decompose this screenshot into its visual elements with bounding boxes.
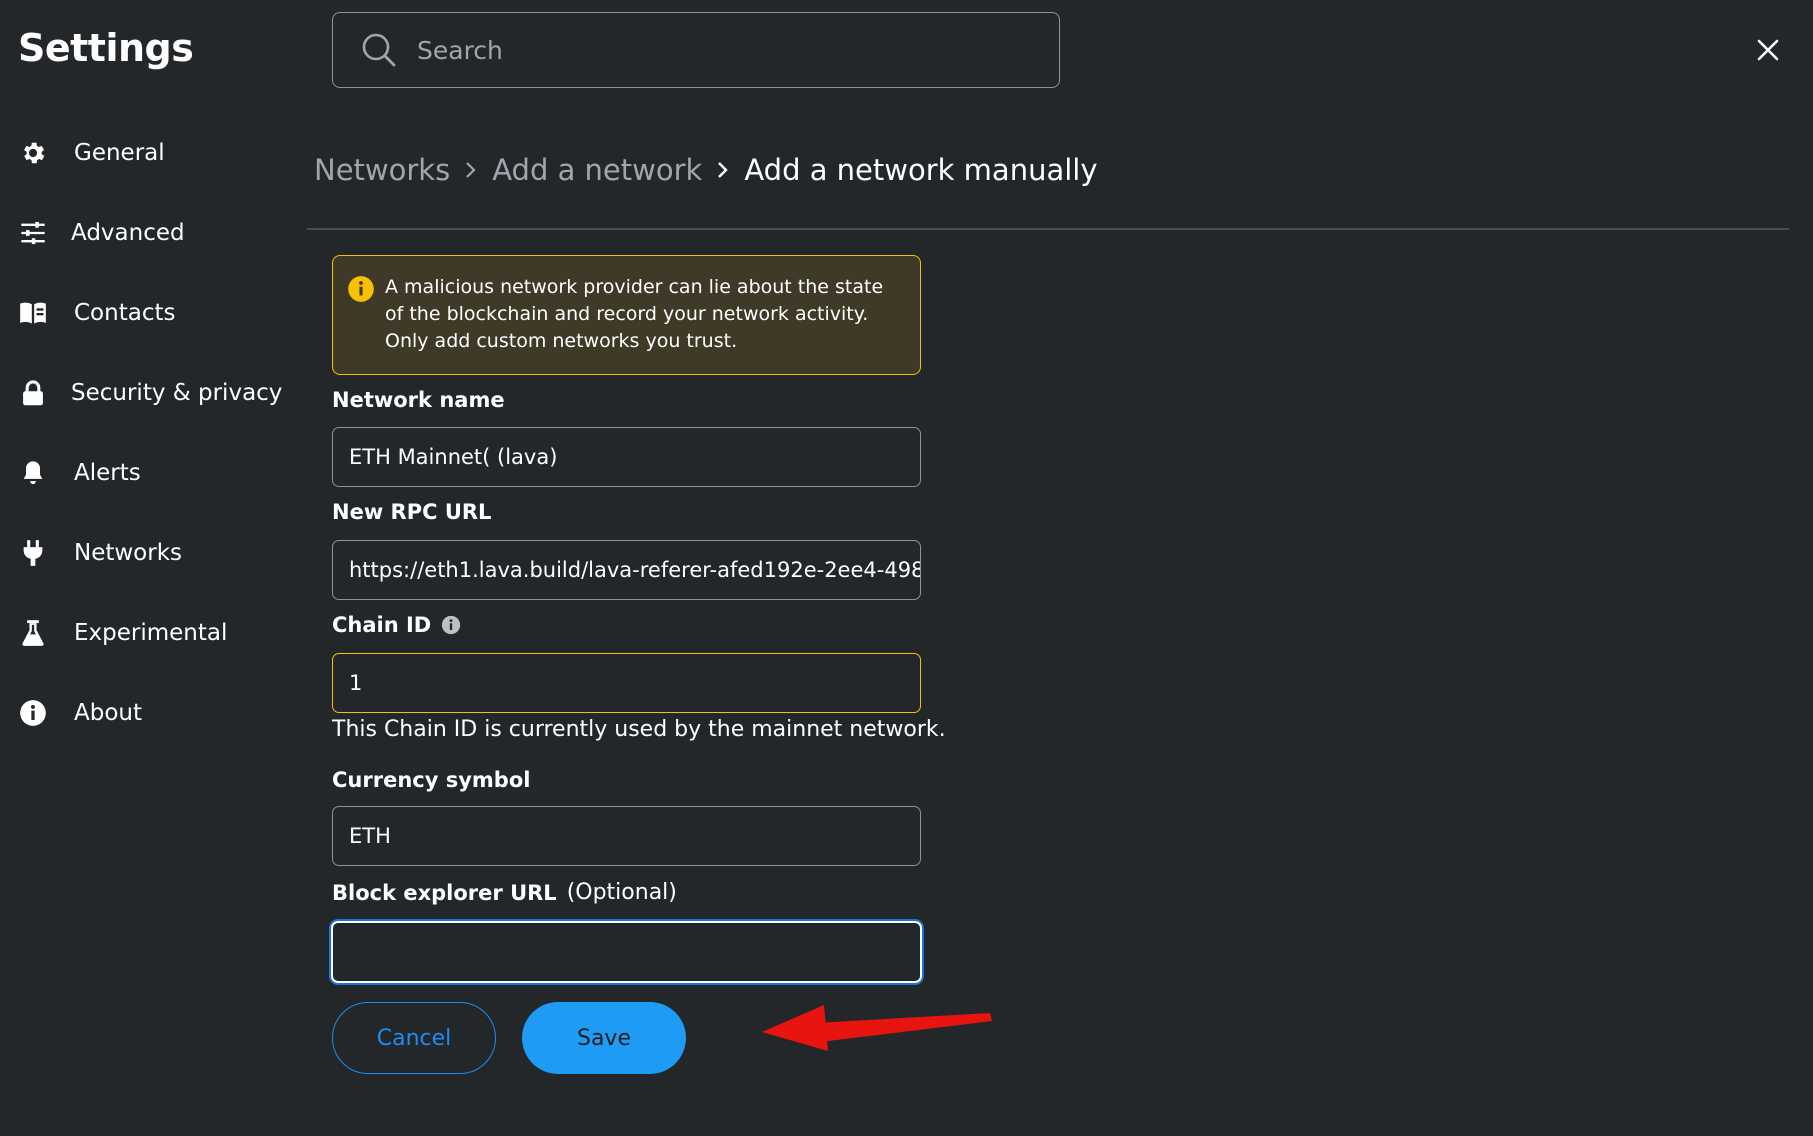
breadcrumb-current: Add a network manually (744, 153, 1098, 187)
flask-icon (18, 618, 48, 648)
currency-symbol-field[interactable]: ETH (332, 806, 921, 866)
sidebar-item-general[interactable]: General (18, 128, 165, 178)
sidebar-item-label: About (74, 700, 143, 726)
sidebar-item-label: Contacts (74, 300, 176, 326)
block-explorer-label: Block explorer URL (Optional) (332, 880, 677, 905)
chain-id-label: Chain ID (332, 613, 461, 637)
network-name-label-text: Network name (332, 388, 505, 412)
currency-symbol-label-text: Currency symbol (332, 768, 531, 792)
sliders-icon (18, 218, 48, 248)
sidebar-item-alerts[interactable]: Alerts (18, 448, 141, 498)
optional-tag: (Optional) (566, 880, 677, 905)
block-explorer-label-text: Block explorer URL (332, 880, 557, 905)
sidebar-item-label: Security & privacy (71, 380, 283, 406)
warning-text: A malicious network provider can lie abo… (385, 276, 884, 352)
chain-id-hint: This Chain ID is currently used by the m… (332, 717, 946, 742)
search-input[interactable] (415, 34, 1019, 66)
breadcrumb-networks[interactable]: Networks (314, 153, 450, 187)
cancel-button[interactable]: Cancel (332, 1002, 496, 1074)
warning-banner: A malicious network provider can lie abo… (332, 255, 921, 375)
block-explorer-field[interactable] (331, 921, 922, 983)
settings-title: Settings (18, 26, 194, 70)
sidebar-item-label: General (74, 140, 165, 166)
rpc-url-field[interactable]: https://eth1.lava.build/lava-referer-afe… (332, 540, 921, 600)
search-box[interactable] (332, 12, 1060, 88)
chevron-right-icon (464, 160, 478, 180)
close-button[interactable] (1752, 34, 1784, 66)
sidebar-item-label: Networks (74, 540, 183, 566)
sidebar-item-label: Alerts (74, 460, 141, 486)
sidebar-item-contacts[interactable]: Contacts (18, 288, 175, 338)
rpc-url-value: https://eth1.lava.build/lava-referer-afe… (349, 558, 921, 582)
sidebar-item-label: Advanced (71, 220, 185, 246)
lock-icon (18, 378, 48, 408)
search-icon (361, 32, 397, 68)
currency-symbol-label: Currency symbol (332, 768, 530, 792)
header-divider (307, 228, 1789, 230)
warning-info-icon (347, 275, 375, 303)
book-icon (18, 298, 48, 328)
chain-id-info-icon[interactable] (441, 615, 461, 635)
annotation-arrow-icon (762, 1005, 992, 1051)
gear-icon (18, 138, 48, 168)
info-icon (18, 698, 48, 728)
chain-id-value: 1 (349, 671, 363, 695)
network-name-label: Network name (332, 388, 505, 412)
sidebar-item-experimental[interactable]: Experimental (18, 608, 227, 658)
sidebar-item-security[interactable]: Security & privacy (18, 368, 282, 418)
chain-id-label-text: Chain ID (332, 613, 432, 637)
breadcrumb-add-network[interactable]: Add a network (492, 153, 702, 187)
bell-icon (18, 458, 48, 488)
sidebar-item-advanced[interactable]: Advanced (18, 208, 185, 258)
rpc-url-label-text: New RPC URL (332, 500, 492, 524)
sidebar-item-networks[interactable]: Networks (18, 528, 182, 578)
chain-id-field[interactable]: 1 (332, 653, 921, 713)
currency-symbol-value: ETH (349, 824, 391, 848)
rpc-url-label: New RPC URL (332, 500, 491, 524)
breadcrumb: Networks Add a network Add a network man… (314, 148, 1098, 192)
settings-window: Settings General Advanced Contacts Secur… (0, 0, 1813, 1136)
save-button[interactable]: Save (522, 1002, 686, 1074)
chevron-right-icon (716, 160, 730, 180)
network-name-value: ETH Mainnet( (lava) (349, 445, 558, 469)
plug-icon (18, 538, 48, 568)
sidebar-item-about[interactable]: About (18, 688, 142, 738)
network-name-field[interactable]: ETH Mainnet( (lava) (332, 427, 921, 487)
sidebar-item-label: Experimental (74, 620, 228, 646)
close-icon (1757, 39, 1779, 61)
